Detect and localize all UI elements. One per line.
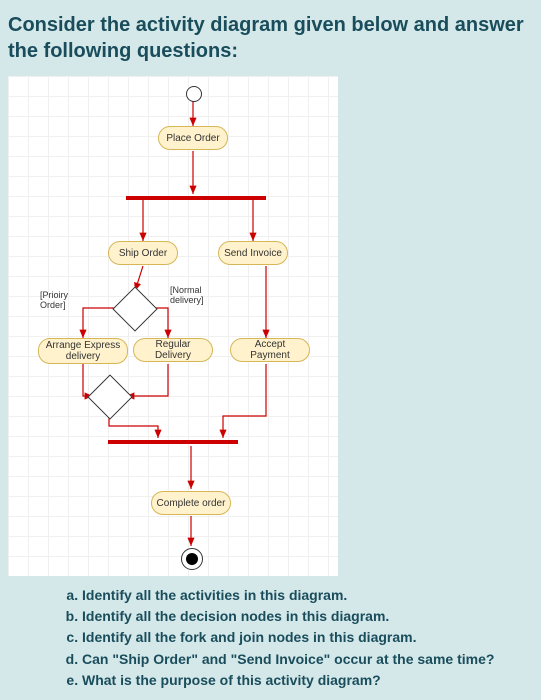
activity-send-invoice: Send Invoice: [218, 241, 288, 265]
guard-priority: [Prioiry Order]: [40, 291, 80, 311]
question-c: Identify all the fork and join nodes in …: [82, 628, 533, 646]
final-node-inner: [186, 553, 198, 565]
activity-place-order: Place Order: [158, 126, 228, 150]
page-title: Consider the activity diagram given belo…: [8, 12, 533, 64]
question-e: What is the purpose of this activity dia…: [82, 671, 533, 689]
activity-ship-order: Ship Order: [108, 241, 178, 265]
activity-complete-order: Complete order: [151, 491, 231, 515]
initial-node: [186, 86, 202, 102]
activity-regular-delivery: Regular Delivery: [133, 338, 213, 362]
fork-bar: [126, 196, 266, 200]
join-bar: [108, 440, 238, 444]
activity-diagram: Place Order Ship Order Send Invoice [Pri…: [8, 76, 338, 576]
questions-list: Identify all the activities in this diag…: [8, 586, 533, 689]
final-node: [181, 548, 203, 570]
question-a: Identify all the activities in this diag…: [82, 586, 533, 604]
question-d: Can "Ship Order" and "Send Invoice" occu…: [82, 650, 533, 668]
activity-arrange-express: Arrange Express delivery: [38, 338, 128, 364]
guard-normal: [Normal delivery]: [170, 286, 210, 306]
activity-accept-payment: Accept Payment: [230, 338, 310, 362]
question-b: Identify all the decision nodes in this …: [82, 607, 533, 625]
